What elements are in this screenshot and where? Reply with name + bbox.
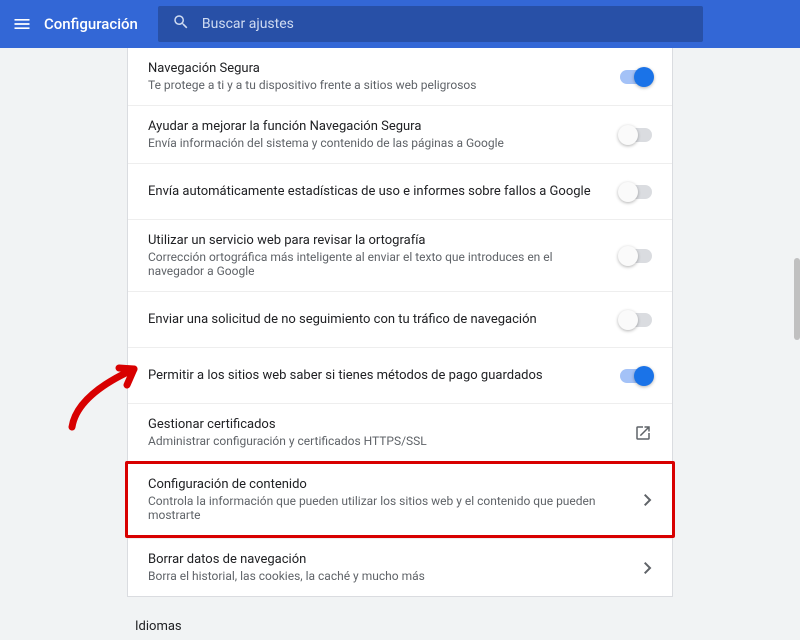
row-title: Envía automáticamente estadísticas de us…	[148, 184, 608, 199]
row-control	[620, 369, 652, 383]
row-control	[634, 424, 652, 442]
header-bar: Configuración	[0, 0, 800, 48]
row-title: Gestionar certificados	[148, 417, 622, 432]
scrollbar-thumb[interactable]	[794, 258, 800, 340]
toggle-switch[interactable]	[620, 313, 652, 327]
row-text: Gestionar certificados Administrar config…	[148, 417, 622, 448]
search-input[interactable]	[202, 16, 689, 32]
settings-row-4: Enviar una solicitud de no seguimiento c…	[128, 291, 672, 347]
toggle-switch[interactable]	[620, 70, 652, 84]
row-text: Navegación Segura Te protege a ti y a tu …	[148, 61, 608, 92]
row-desc: Administrar configuración y certificados…	[148, 434, 622, 448]
page-title: Configuración	[44, 15, 138, 33]
toggle-switch[interactable]	[620, 128, 652, 142]
settings-row-0: Navegación Segura Te protege a ti y a tu …	[128, 48, 672, 105]
settings-card: Navegación Segura Te protege a ti y a tu …	[127, 48, 673, 597]
row-control	[644, 494, 652, 506]
row-desc: Controla la información que pueden utili…	[148, 494, 632, 522]
toggle-switch[interactable]	[620, 369, 652, 383]
settings-row-8[interactable]: Borrar datos de navegación Borra el histo…	[128, 538, 672, 596]
row-title: Navegación Segura	[148, 61, 608, 76]
row-desc: Borra el historial, las cookies, la cach…	[148, 569, 632, 583]
settings-row-2: Envía automáticamente estadísticas de us…	[128, 163, 672, 219]
section-idiomas: Idiomas	[127, 597, 673, 640]
toggle-switch[interactable]	[620, 185, 652, 199]
chevron-right-icon	[644, 562, 652, 574]
row-title: Permitir a los sitios web saber si tiene…	[148, 368, 608, 383]
settings-row-5: Permitir a los sitios web saber si tiene…	[128, 347, 672, 403]
row-title: Enviar una solicitud de no seguimiento c…	[148, 312, 608, 327]
row-desc: Corrección ortográfica más inteligente a…	[148, 250, 608, 278]
row-text: Ayudar a mejorar la función Navegación S…	[148, 119, 608, 150]
row-text: Permitir a los sitios web saber si tiene…	[148, 368, 608, 383]
row-title: Utilizar un servicio web para revisar la…	[148, 233, 608, 248]
row-desc: Envía información del sistema y contenid…	[148, 136, 608, 150]
chevron-right-icon	[644, 494, 652, 506]
row-title: Borrar datos de navegación	[148, 552, 632, 567]
menu-icon[interactable]	[12, 14, 32, 34]
row-control	[620, 70, 652, 84]
row-desc: Te protege a ti y a tu dispositivo frent…	[148, 78, 608, 92]
row-text: Envía automáticamente estadísticas de us…	[148, 184, 608, 199]
row-text: Enviar una solicitud de no seguimiento c…	[148, 312, 608, 327]
external-link-icon	[634, 424, 652, 442]
settings-content: Navegación Segura Te protege a ti y a tu …	[127, 48, 673, 640]
row-text: Utilizar un servicio web para revisar la…	[148, 233, 608, 278]
settings-row-1: Ayudar a mejorar la función Navegación S…	[128, 105, 672, 163]
settings-row-6[interactable]: Gestionar certificados Administrar config…	[128, 403, 672, 461]
row-title: Ayudar a mejorar la función Navegación S…	[148, 119, 608, 134]
toggle-switch[interactable]	[620, 249, 652, 263]
search-icon	[172, 13, 190, 35]
search-bar[interactable]	[158, 6, 703, 42]
settings-row-3: Utilizar un servicio web para revisar la…	[128, 219, 672, 291]
row-control	[620, 128, 652, 142]
row-control	[644, 562, 652, 574]
row-control	[620, 185, 652, 199]
row-control	[620, 249, 652, 263]
row-text: Borrar datos de navegación Borra el histo…	[148, 552, 632, 583]
row-text: Configuración de contenido Controla la in…	[148, 477, 632, 522]
row-control	[620, 313, 652, 327]
row-title: Configuración de contenido	[148, 477, 632, 492]
settings-row-7[interactable]: Configuración de contenido Controla la in…	[125, 461, 675, 538]
